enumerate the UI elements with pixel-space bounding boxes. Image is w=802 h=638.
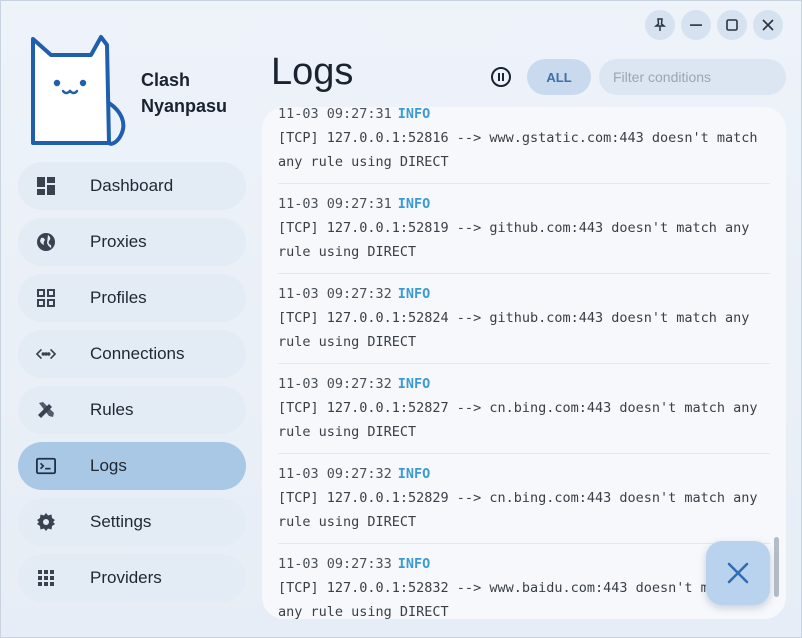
minimize-icon: [690, 24, 702, 26]
log-time: 11-03 09:27:32: [278, 376, 392, 392]
log-level: INFO: [397, 376, 431, 392]
log-entry: 11-03 09:27:31 INFO [TCP] 127.0.0.1:52816…: [278, 107, 770, 184]
app-name-line2: Nyanpasu: [141, 96, 228, 116]
sidebar-nav: Dashboard Proxies Profiles Connections R…: [18, 162, 246, 610]
log-level: INFO: [397, 286, 431, 302]
sidebar-item-settings[interactable]: Settings: [18, 498, 246, 546]
log-time: 11-03 09:27:32: [278, 286, 392, 302]
log-level: INFO: [397, 556, 431, 572]
code-arrows-icon: [36, 344, 56, 364]
close-button[interactable]: [753, 10, 783, 40]
sidebar-item-logs[interactable]: Logs: [18, 442, 246, 490]
log-entry: 11-03 09:27:33 INFO [TCP] 127.0.0.1:52832…: [278, 544, 770, 619]
sidebar-item-label: Settings: [90, 512, 152, 531]
close-icon: [762, 19, 774, 31]
log-level: INFO: [397, 466, 431, 482]
log-message: [TCP] 127.0.0.1:52824 --> github.com:443…: [278, 310, 750, 350]
sidebar-item-label: Connections: [90, 344, 185, 363]
pin-icon: [653, 18, 667, 31]
pause-icon: [491, 67, 511, 87]
log-entry: 11-03 09:27:32 INFO [TCP] 127.0.0.1:52824…: [278, 274, 770, 364]
close-icon: [727, 562, 749, 584]
sidebar-item-label: Logs: [90, 456, 127, 475]
maximize-button[interactable]: [717, 10, 747, 40]
dots-grid-icon: [36, 568, 56, 588]
sidebar-item-label: Providers: [90, 568, 162, 587]
grid-icon: [36, 288, 56, 308]
sidebar-item-proxies[interactable]: Proxies: [18, 218, 246, 266]
log-level: INFO: [397, 107, 431, 122]
sidebar-item-label: Dashboard: [90, 176, 174, 195]
log-entry: 11-03 09:27:31 INFO [TCP] 127.0.0.1:52819…: [278, 184, 770, 274]
sidebar: Clash Nyanpasu Dashboard Proxies Profile…: [1, 1, 261, 637]
pause-button[interactable]: [488, 64, 514, 90]
log-panel: 11-03 09:27:31 INFO [TCP] 127.0.0.1:52816…: [262, 107, 786, 619]
tools-icon: [36, 400, 56, 420]
globe-icon: [36, 232, 56, 252]
log-message: [TCP] 127.0.0.1:52819 --> github.com:443…: [278, 220, 750, 260]
log-time: 11-03 09:27:32: [278, 466, 392, 482]
minimize-button[interactable]: [681, 10, 711, 40]
filter-input[interactable]: [599, 59, 786, 95]
log-time: 11-03 09:27:31: [278, 196, 392, 212]
sidebar-item-providers[interactable]: Providers: [18, 554, 246, 602]
log-entry: 11-03 09:27:32 INFO [TCP] 127.0.0.1:52829…: [278, 454, 770, 544]
maximize-icon: [726, 19, 738, 31]
log-message: [TCP] 127.0.0.1:52827 --> cn.bing.com:44…: [278, 400, 758, 440]
log-message: [TCP] 127.0.0.1:52829 --> cn.bing.com:44…: [278, 490, 758, 530]
brand: Clash Nyanpasu: [25, 31, 255, 149]
sidebar-item-label: Proxies: [90, 232, 147, 251]
terminal-icon: [36, 456, 56, 476]
log-list: 11-03 09:27:31 INFO [TCP] 127.0.0.1:52816…: [278, 107, 770, 619]
log-message: [TCP] 127.0.0.1:52816 --> www.gstatic.co…: [278, 130, 758, 170]
gear-icon: [36, 512, 56, 532]
page-title: Logs: [271, 51, 354, 93]
pin-button[interactable]: [645, 10, 675, 40]
dashboard-icon: [36, 176, 56, 196]
log-level: INFO: [397, 196, 431, 212]
clear-logs-button[interactable]: [706, 541, 770, 605]
sidebar-item-label: Rules: [90, 400, 134, 419]
sidebar-item-rules[interactable]: Rules: [18, 386, 246, 434]
log-scrollbar[interactable]: [774, 537, 779, 597]
log-time: 11-03 09:27:33: [278, 556, 392, 572]
log-level-button[interactable]: ALL: [527, 59, 591, 95]
sidebar-item-label: Profiles: [90, 288, 147, 307]
app-name: Clash Nyanpasu: [141, 67, 227, 119]
log-entry: 11-03 09:27:32 INFO [TCP] 127.0.0.1:52827…: [278, 364, 770, 454]
log-message: [TCP] 127.0.0.1:52832 --> www.baidu.com:…: [278, 580, 742, 619]
sidebar-item-dashboard[interactable]: Dashboard: [18, 162, 246, 210]
cat-logo-icon: [31, 35, 126, 146]
app-name-line1: Clash: [141, 70, 191, 90]
sidebar-item-profiles[interactable]: Profiles: [18, 274, 246, 322]
sidebar-item-connections[interactable]: Connections: [18, 330, 246, 378]
window-controls: [645, 10, 783, 40]
log-time: 11-03 09:27:31: [278, 107, 392, 122]
app-window: Clash Nyanpasu Dashboard Proxies Profile…: [0, 0, 802, 638]
